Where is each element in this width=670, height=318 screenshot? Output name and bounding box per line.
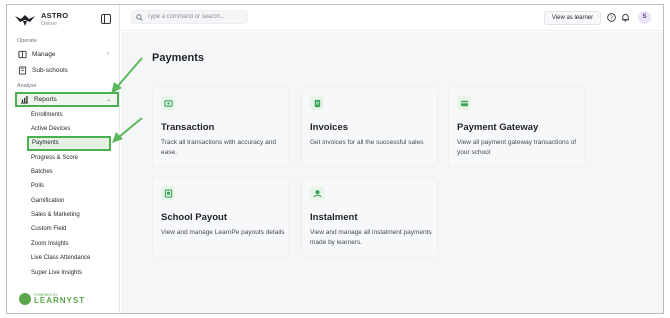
topbar: View as learner ? S <box>121 5 663 31</box>
sub-item-sales-marketing[interactable]: Sales & Marketing <box>31 210 80 220</box>
chevron-down-icon: ⌄ <box>105 97 111 103</box>
sub-item-super-live-insights[interactable]: Super Live Insights <box>31 268 82 278</box>
help-icon[interactable]: ? <box>607 13 616 22</box>
instalment-icon <box>310 186 324 200</box>
avatar[interactable]: S <box>638 11 651 24</box>
sub-item-enrollments[interactable]: Enrollments <box>31 110 63 120</box>
sub-item-gamification[interactable]: Gamification <box>31 196 64 206</box>
sidebar: ASTRO Owner Operate Manage › Sub-schools <box>7 5 120 313</box>
sidebar-item-reports[interactable]: Reports ⌄ <box>15 92 119 107</box>
card-school-payout[interactable]: School Payout View and manage LearnPe pa… <box>152 177 289 257</box>
section-label-analyse: Analyse <box>17 83 37 89</box>
card-payment-gateway[interactable]: Payment Gateway View all payment gateway… <box>448 87 585 167</box>
book-icon <box>18 50 27 58</box>
command-search[interactable] <box>131 10 248 24</box>
learnyst-wordmark: LEARNYST <box>34 296 86 305</box>
card-title: School Payout <box>161 212 227 223</box>
search-input[interactable] <box>147 14 247 20</box>
sidebar-toggle-icon[interactable] <box>101 14 111 24</box>
card-invoices[interactable]: Invoices Get invoices for all the succes… <box>301 87 438 167</box>
eagle-logo-icon <box>15 15 35 26</box>
sub-item-payments[interactable]: Payments <box>27 136 111 151</box>
svg-text:?: ? <box>610 15 613 21</box>
card-title: Transaction <box>161 122 215 133</box>
view-as-learner-button[interactable]: View as learner <box>544 11 601 25</box>
app-window: ASTRO Owner Operate Manage › Sub-schools <box>6 4 664 314</box>
sub-item-live-class-attendance[interactable]: Live Class Attendance <box>31 253 90 263</box>
sub-item-polls[interactable]: Polls <box>31 181 44 191</box>
brand: ASTRO Owner <box>15 10 115 34</box>
card-description: View all payment gateway transactions of… <box>457 139 577 156</box>
school-name: ASTRO <box>41 11 69 20</box>
card-instalment[interactable]: Instalment View and manage all instalmen… <box>301 177 438 257</box>
chevron-right-icon: › <box>107 51 109 57</box>
card-description: Track all transactions with accuracy and… <box>161 139 277 156</box>
user-role: Owner <box>41 21 58 27</box>
payout-icon <box>161 186 175 200</box>
building-icon <box>18 65 27 75</box>
card-title: Instalment <box>310 212 358 223</box>
card-title: Invoices <box>310 122 349 133</box>
sidebar-item-manage[interactable]: Manage › <box>15 47 115 61</box>
sidebar-item-label: Reports <box>34 96 57 103</box>
card-icon <box>457 96 471 110</box>
chart-icon <box>20 95 29 104</box>
card-description: View and manage all instalment payments … <box>310 229 432 246</box>
sidebar-item-label: Manage <box>32 50 56 58</box>
sub-item-custom-field[interactable]: Custom Field <box>31 224 66 234</box>
card-description: View and manage LearnPe payouts details <box>161 229 285 236</box>
bell-icon[interactable] <box>621 13 630 22</box>
learnyst-mark-icon <box>19 293 31 305</box>
search-icon <box>136 13 143 21</box>
sub-item-zoom-insights[interactable]: Zoom Insights <box>31 239 69 249</box>
section-label-operate: Operate <box>17 38 37 44</box>
invoice-icon <box>310 96 324 110</box>
card-transaction[interactable]: Transaction Track all transactions with … <box>152 87 289 167</box>
page-title: Payments <box>152 52 204 64</box>
sub-item-batches[interactable]: Batches <box>31 167 53 177</box>
sub-item-active-devices[interactable]: Active Devices <box>31 124 70 134</box>
card-title: Payment Gateway <box>457 122 539 133</box>
sub-item-progress-score[interactable]: Progress & Score <box>31 153 78 163</box>
transaction-icon <box>161 96 175 110</box>
main-content: Payments Transaction Track all transacti… <box>121 32 663 313</box>
learnyst-logo: POWERED BY LEARNYST <box>19 293 99 307</box>
sidebar-item-subschools[interactable]: Sub-schools <box>15 63 115 77</box>
card-description: Get invoices for all the successful sale… <box>310 139 424 146</box>
sidebar-item-label: Sub-schools <box>32 66 68 74</box>
